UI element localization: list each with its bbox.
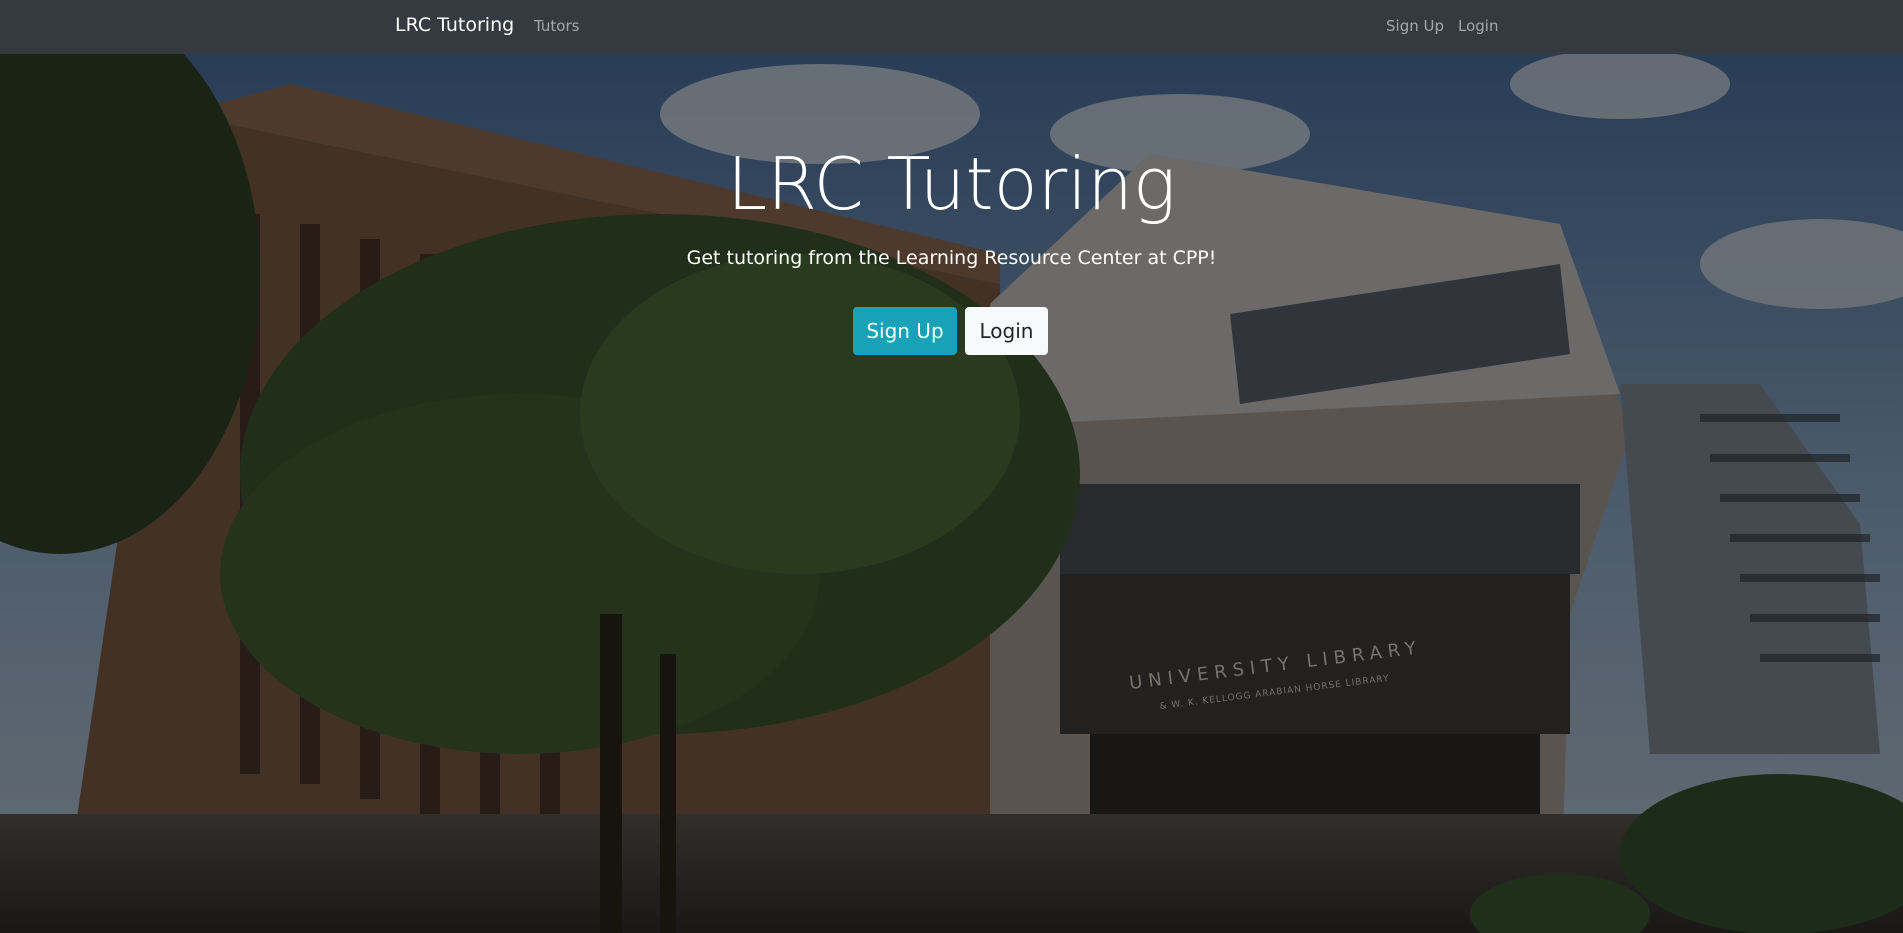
nav-link-tutors[interactable]: Tutors	[534, 17, 579, 35]
hero-title: LRC Tutoring	[726, 142, 1177, 226]
login-button[interactable]: Login	[965, 307, 1048, 355]
hero-section: UNIVERSITY LIBRARY & W. K. KELLOGG ARABI…	[0, 54, 1903, 933]
signup-button[interactable]: Sign Up	[853, 307, 957, 355]
nav-link-signup[interactable]: Sign Up	[1386, 17, 1444, 35]
nav-link-login[interactable]: Login	[1458, 17, 1498, 35]
top-navbar: LRC Tutoring Tutors Sign Up Login	[0, 0, 1903, 54]
hero-subtitle: Get tutoring from the Learning Resource …	[686, 247, 1217, 269]
navbar-brand[interactable]: LRC Tutoring	[395, 14, 514, 36]
